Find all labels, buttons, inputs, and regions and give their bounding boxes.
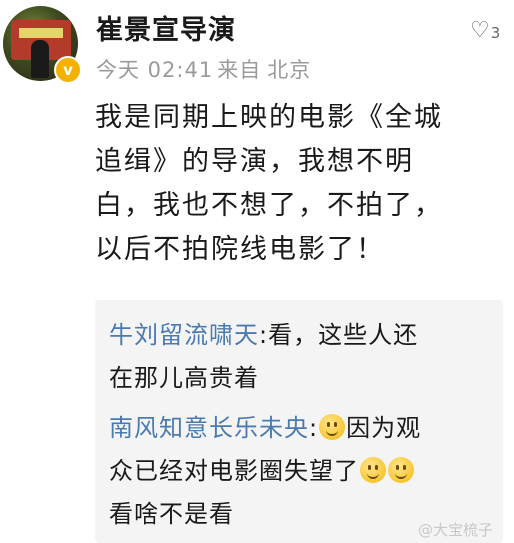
post-line: 我是同期上映的电影《全城: [95, 102, 443, 133]
post-location: 北京: [267, 58, 312, 82]
author-name[interactable]: 崔景宣导演: [96, 8, 236, 47]
post-time: 今天 02:41: [96, 58, 214, 82]
comment-text: 在那儿高贵着: [109, 364, 259, 392]
comment-item: 南风知意长乐未央: 因为观 众已经对电影圈失望了 看啥不是看: [109, 407, 489, 536]
comment-text: 众已经对电影圈失望了: [109, 457, 359, 485]
avatar-sign-lettering: [19, 28, 63, 38]
post-line: 追缉》的导演，我想不明: [95, 146, 414, 177]
commenter-name[interactable]: 牛刘留流啸天: [109, 321, 259, 349]
post-body: 我是同期上映的电影《全城 追缉》的导演，我想不明 白，我也不想了，不拍了， 以后…: [95, 96, 505, 272]
post-meta: 今天 02:41 来自 北京: [96, 54, 311, 84]
post-line: 以后不拍院线电影了！: [95, 234, 385, 265]
verified-badge-icon: v: [54, 56, 82, 84]
comment-text: :看，这些人还: [259, 321, 419, 349]
smile-emoji-icon: [388, 457, 414, 483]
like-count: 3: [490, 24, 501, 42]
smile-emoji-icon: [360, 457, 386, 483]
post-source-prefix: 来自: [217, 58, 262, 82]
watermark: @大宝梳子: [418, 521, 494, 539]
comment-section: 牛刘留流啸天:看，这些人还 在那儿高贵着 南风知意长乐未央: 因为观 众已经对电影…: [95, 300, 503, 543]
comment-text: :: [309, 414, 319, 442]
avatar-person: [31, 40, 49, 78]
like-button[interactable]: ♡ 3: [470, 18, 501, 43]
heart-outline-icon: ♡: [470, 18, 490, 43]
commenter-name[interactable]: 南风知意长乐未央: [109, 414, 309, 442]
smile-emoji-icon: [319, 414, 346, 440]
post-line: 白，我也不想了，不拍了，: [95, 190, 443, 221]
comment-item: 牛刘留流啸天:看，这些人还 在那儿高贵着: [109, 314, 489, 400]
comment-text: 因为观: [346, 414, 422, 442]
